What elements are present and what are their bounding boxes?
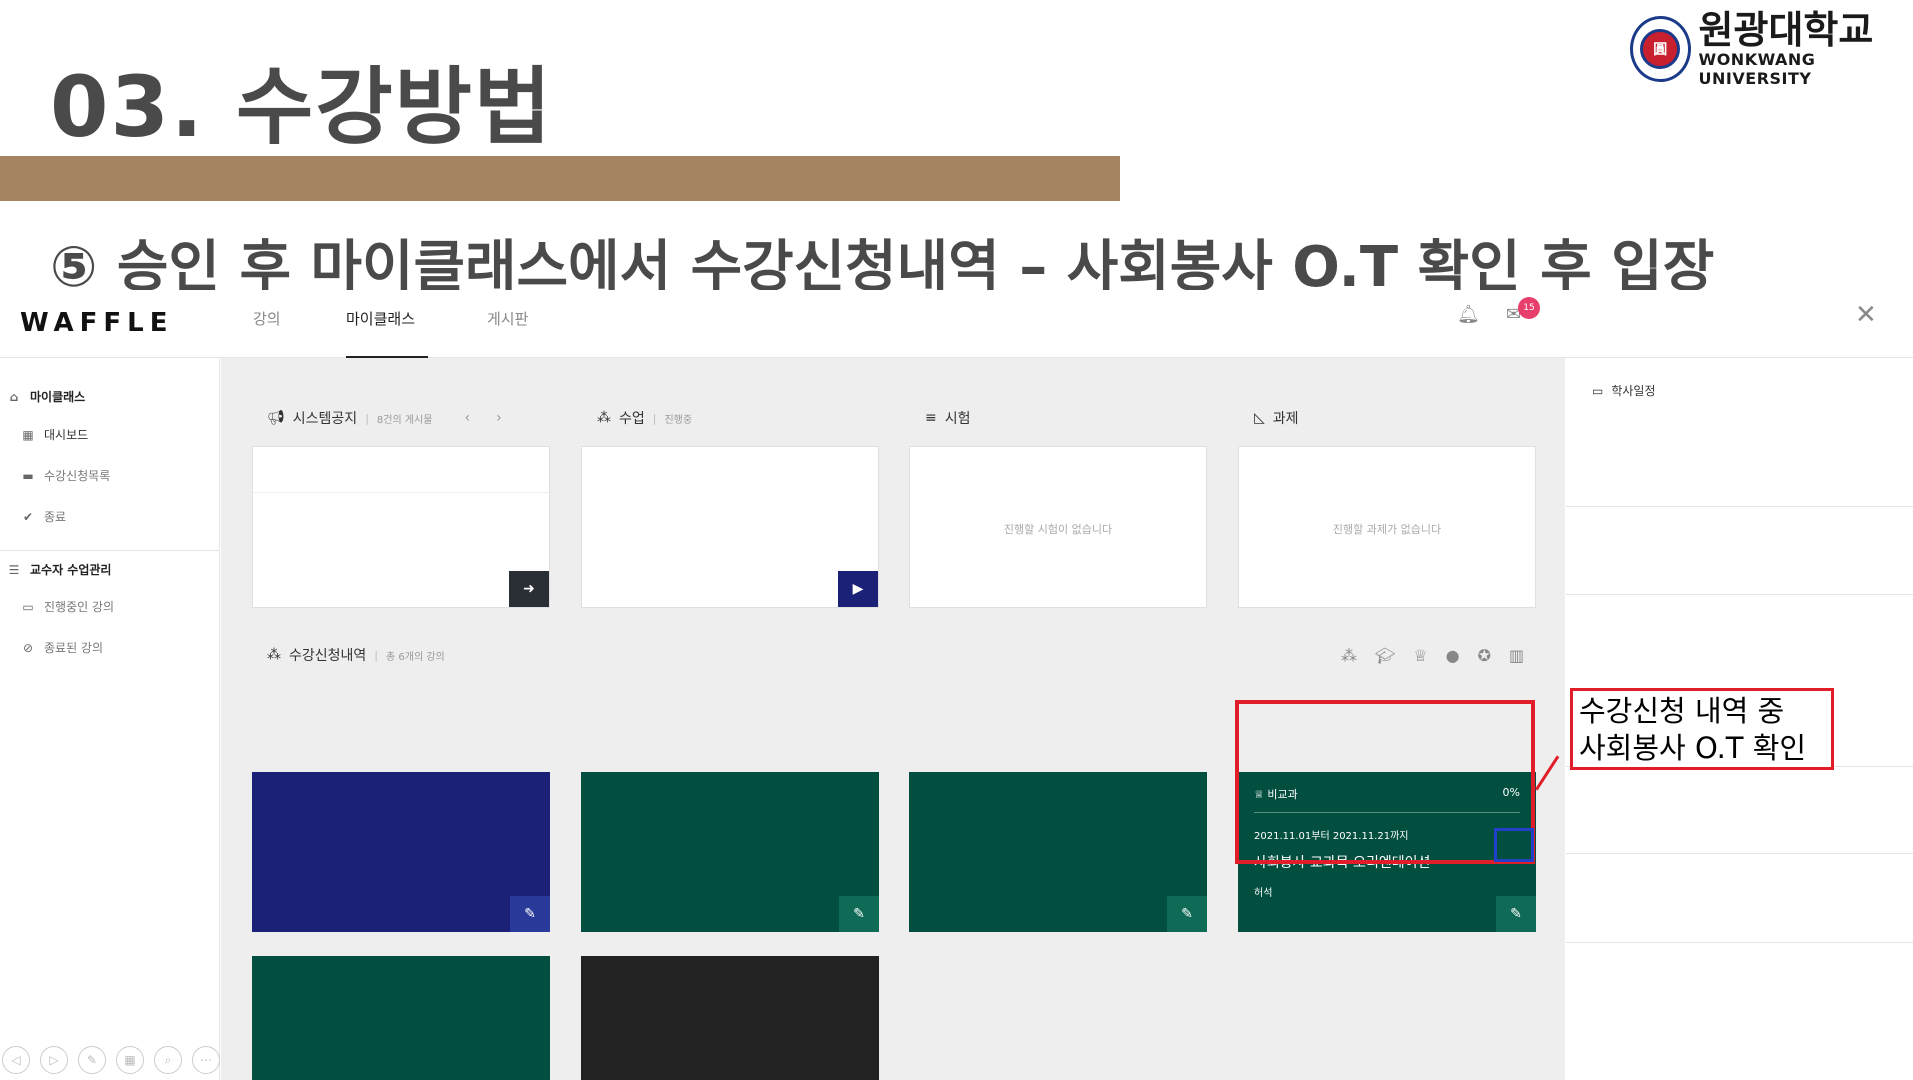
building-icon[interactable]: ▥ [1509,646,1524,665]
shapes-icon: ⁂ [267,647,281,663]
top-navigation: WAFFLE 강의 마이클래스 게시판 🔔︎ ✉ 15 ✕ [0,290,1913,358]
megaphone-icon: 📢︎ [267,410,285,426]
document-off-icon: ⊘ [22,640,34,655]
university-seal-icon: 圓 [1630,16,1691,82]
document-icon: ▭ [22,599,34,614]
notification-badge: 15 [1518,297,1540,319]
enter-button-highlight [1494,828,1534,862]
exam-empty-text: 진행할 시험이 없습니다 [1003,523,1113,536]
prev-arrow-icon[interactable]: ‹ [464,410,470,426]
course-professor: 허석 [1254,888,1273,899]
exam-panel: 진행할 시험이 없습니다 [909,446,1207,608]
edit-icon[interactable]: ✎ [1167,896,1207,932]
next-arrow-icon[interactable]: › [496,410,502,426]
brand-logo[interactable]: WAFFLE [20,308,173,338]
section-enrollment: ⁂ 수강신청내역 | 총 6개의 강의 [267,647,445,664]
assignment-empty-text: 진행할 과제가 없습니다 [1332,523,1442,536]
tab-lectures[interactable]: 강의 [253,308,281,358]
presentation-controls: ◁ ▷ ✎ ▦ ⌕ ⋯ [2,1046,220,1074]
pen-icon[interactable]: ✎ [78,1046,106,1074]
edit-icon[interactable]: ✎ [839,896,879,932]
notice-go-button[interactable]: ➜ [509,571,549,607]
highlight-box [1235,700,1535,864]
title-underline-bar [0,156,1120,201]
notice-panel: ➜ [252,446,550,608]
exam-icon: ≡ [925,410,937,426]
next-slide-icon[interactable]: ▷ [40,1046,68,1074]
shapes-filter-icon[interactable]: ⁂ [1341,646,1357,665]
sidebar-head-professor[interactable]: ☰ 교수자 수업관리 [6,561,112,578]
university-logo: 圓 원광대학교 WONKWANG UNIVERSITY [1630,10,1913,88]
slides-grid-icon[interactable]: ▦ [116,1046,144,1074]
course-card[interactable]: ✎ [581,772,879,932]
shapes-icon: ⁂ [597,410,611,426]
lightbulb-icon[interactable]: ● [1446,646,1460,665]
more-icon[interactable]: ⋯ [192,1046,220,1074]
lesson-play-button[interactable]: ▶ [838,571,878,607]
home-icon: ⌂ [9,389,19,404]
course-filter-icons: ⁂ 🎓︎ ♕ ● ✪ ▥ [1341,646,1524,665]
previous-slide-icon[interactable]: ◁ [2,1046,30,1074]
close-icon[interactable]: ✕ [1855,300,1877,330]
waffle-app: WAFFLE 강의 마이클래스 게시판 🔔︎ ✉ 15 ✕ ⌂ 마이클래스 ▦ … [0,290,1913,1080]
logo-name-ko: 원광대학교 [1698,8,1874,52]
menu-icon: ☰ [8,562,20,577]
lesson-panel: ▶ [581,446,879,608]
tab-myclass[interactable]: 마이클래스 [346,308,428,358]
section-lesson: ⁂ 수업 | 진행중 [597,410,693,427]
sidebar-head-myclass[interactable]: ⌂ 마이클래스 [6,388,86,405]
sidebar-item-ongoing[interactable]: ▭ 진행중인 강의 [20,598,114,615]
course-card[interactable]: ✎ [909,772,1207,932]
sidebar-item-enroll-list[interactable]: ▬ 수강신청목록 [20,467,110,484]
bell-icon[interactable]: 🔔︎ [1457,304,1480,325]
sidebar-item-done[interactable]: ✔ 종료 [20,508,66,525]
tab-board[interactable]: 게시판 [487,308,528,358]
academic-calendar-header[interactable]: ▭ 학사일정 [1592,382,1656,399]
sidebar-item-finished[interactable]: ⊘ 종료된 강의 [20,639,103,656]
section-exam: ≡ 시험 [925,410,971,427]
slide-title: 03. 수강방법 [50,58,554,156]
check-badge-icon: ✔ [22,509,34,524]
ruler-icon: ◺ [1254,410,1265,426]
section-system-notice: 📢︎ 시스템공지 | 8건의 게시물 ‹ › [267,410,502,427]
sidebar-item-dashboard[interactable]: ▦ 대시보드 [20,426,88,443]
trophy-icon[interactable]: ♕ [1413,646,1427,665]
logo-name-en: WONKWANG UNIVERSITY [1698,50,1816,88]
badge-icon[interactable]: ✪ [1478,646,1491,665]
zoom-icon[interactable]: ⌕ [154,1046,182,1074]
course-card[interactable]: ✎ [581,956,879,1080]
sidebar: ⌂ 마이클래스 ▦ 대시보드 ▬ 수강신청목록 ✔ 종료 ☰ 교수자 수업관리 … [0,358,220,1080]
assignment-panel: 진행할 과제가 없습니다 [1238,446,1536,608]
course-card[interactable]: ✎ [252,772,550,932]
section-assignment: ◺ 과제 [1254,410,1299,427]
annotation-callout: 수강신청 내역 중 사회봉사 O.T 확인 [1570,688,1834,770]
graduation-cap-icon[interactable]: 🎓︎ [1375,646,1395,665]
edit-icon[interactable]: ✎ [510,896,550,932]
list-icon: ▬ [22,468,34,483]
calendar-icon: ▭ [1592,383,1604,398]
dashboard-icon: ▦ [22,427,34,442]
sidebar-divider [0,550,220,551]
edit-icon[interactable]: ✎ [1496,896,1536,932]
course-card[interactable]: ✎ [252,956,550,1080]
